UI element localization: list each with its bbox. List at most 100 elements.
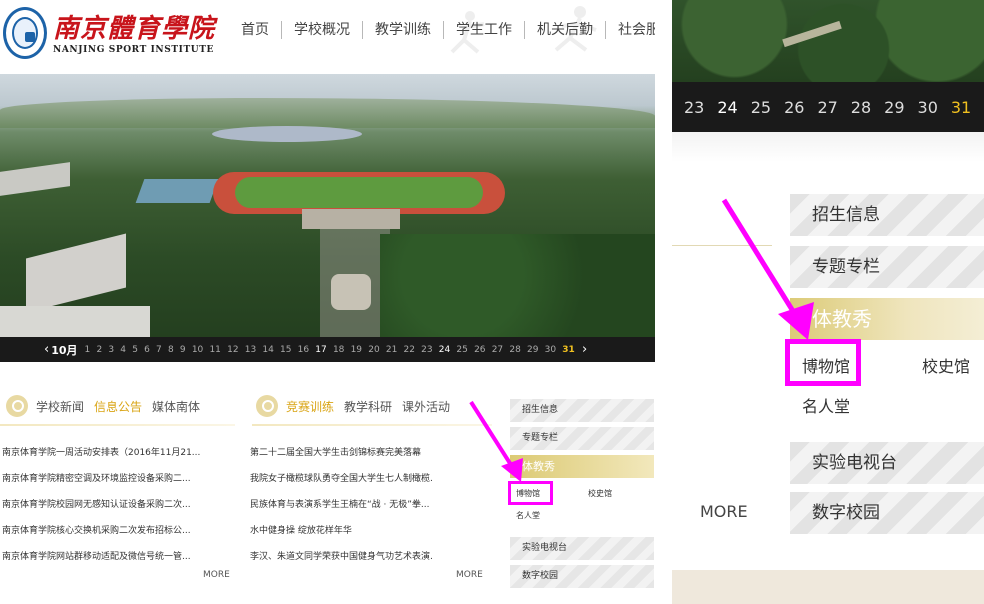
calendar-day[interactable]: 14 bbox=[262, 345, 273, 355]
calendar-day[interactable]: 31 bbox=[951, 98, 971, 117]
tab-announcements[interactable]: 信息公告 bbox=[94, 398, 142, 415]
calendar-day[interactable]: 25 bbox=[751, 98, 771, 117]
calendar-day[interactable]: 17 bbox=[315, 345, 326, 355]
list-item[interactable]: 南京体育学院校园网无感知认证设备采购二次... bbox=[2, 492, 230, 518]
news-tabs-right: 竞赛训练 教学科研 课外活动 bbox=[256, 393, 460, 419]
annotation-arrow-icon bbox=[469, 400, 523, 482]
calendar-month: 10月 bbox=[51, 343, 78, 357]
list-item[interactable]: 水中健身操 绽放花样年华 bbox=[250, 518, 432, 544]
news-section-icon bbox=[6, 395, 28, 417]
list-item[interactable]: 我院女子橄榄球队勇夺全国大学生七人制橄榄... bbox=[250, 466, 432, 492]
tab-divider bbox=[0, 424, 235, 426]
calendar-day[interactable]: 4 bbox=[120, 345, 126, 355]
calendar-day[interactable]: 3 bbox=[108, 345, 114, 355]
calendar-day[interactable]: 1 bbox=[85, 345, 91, 355]
calendar-day[interactable]: 30 bbox=[918, 98, 938, 117]
list-item[interactable]: 南京体育学院一周活动安排表（2016年11月21... bbox=[2, 440, 230, 466]
school-emblem-icon[interactable] bbox=[3, 7, 47, 59]
list-item[interactable]: 南京体育学院核心交换机采购二次发布招标公... bbox=[2, 518, 230, 544]
tab-media[interactable]: 媒体南体 bbox=[152, 398, 200, 415]
calendar-day[interactable]: 30 bbox=[545, 345, 556, 355]
annotation-arrow-icon bbox=[721, 198, 814, 340]
list-item[interactable]: 南京体育学院网站群移动适配及微信号统一管... bbox=[2, 544, 230, 570]
list-item[interactable]: 民族体育与表演系学生王楠在“战 · 无极”拳... bbox=[250, 492, 432, 518]
nav-students[interactable]: 学生工作 bbox=[444, 18, 524, 42]
footer-strip bbox=[672, 570, 984, 604]
calendar-day[interactable]: 5 bbox=[132, 345, 138, 355]
campus-photo-crop bbox=[672, 0, 984, 82]
list-item[interactable]: 第二十二届全国大学生击剑锦标赛完美落幕 bbox=[250, 440, 432, 466]
more-link-right[interactable]: MORE bbox=[456, 570, 483, 580]
tab-divider bbox=[252, 424, 492, 426]
sidebar-item-tv[interactable]: 实验电视台 bbox=[790, 442, 984, 484]
list-item[interactable]: 李汉、朱道文同学荣获中国健身气功艺术表演... bbox=[250, 544, 432, 570]
calendar-day[interactable]: 28 bbox=[509, 345, 520, 355]
calendar-day[interactable]: 24 bbox=[439, 345, 450, 355]
main-nav: 首页 学校概况 教学训练 学生工作 机关后勤 社会服务 bbox=[229, 18, 655, 42]
calendar-day[interactable]: 27 bbox=[817, 98, 837, 117]
calendar-day[interactable]: 9 bbox=[180, 345, 186, 355]
campus-aerial-photo[interactable] bbox=[0, 74, 655, 337]
calendar-day[interactable]: 11 bbox=[209, 345, 220, 355]
calendar-day[interactable]: 20 bbox=[368, 345, 379, 355]
calendar-day[interactable]: 27 bbox=[492, 345, 503, 355]
nav-services[interactable]: 社会服务 bbox=[606, 18, 655, 42]
composite-screenshot: 南京體育學院 NANJING SPORT INSTITUTE 首页 学校概况 教… bbox=[0, 0, 984, 604]
calendar-day[interactable]: 8 bbox=[168, 345, 174, 355]
calendar-day[interactable]: 22 bbox=[404, 345, 415, 355]
calendar-day[interactable]: 13 bbox=[245, 345, 256, 355]
tab-activities[interactable]: 课外活动 bbox=[402, 398, 450, 415]
calendar-day[interactable]: 23 bbox=[684, 98, 704, 117]
tab-research[interactable]: 教学科研 bbox=[344, 398, 392, 415]
calendar-day[interactable]: 2 bbox=[96, 345, 102, 355]
calendar-day[interactable]: 15 bbox=[280, 345, 291, 355]
news-tabs-left: 学校新闻 信息公告 媒体南体 bbox=[6, 393, 210, 419]
hall-of-fame-link[interactable]: 名人堂 bbox=[802, 393, 850, 417]
site-header: 南京體育學院 NANJING SPORT INSTITUTE 首页 学校概况 教… bbox=[0, 0, 655, 72]
news-section-icon bbox=[256, 395, 278, 417]
tab-school-news[interactable]: 学校新闻 bbox=[36, 398, 84, 415]
nav-admin[interactable]: 机关后勤 bbox=[525, 18, 605, 42]
calendar-day[interactable]: 25 bbox=[456, 345, 467, 355]
sidebar-item-tv[interactable]: 实验电视台 bbox=[510, 537, 654, 560]
school-name-cn[interactable]: 南京體育學院 bbox=[53, 8, 215, 45]
sidebar-item-digital-campus[interactable]: 数字校园 bbox=[510, 565, 654, 588]
zoom-panel: 232425262728293031 › 招生信息 专题专栏 体教秀 博物馆 校… bbox=[672, 0, 984, 604]
calendar-day[interactable]: 23 bbox=[421, 345, 432, 355]
calendar-day[interactable]: 6 bbox=[144, 345, 150, 355]
calendar-bar: ‹ 10月 1 2 3 4 5 6 7 8 9 10 11 12 13 14 15 16 17 18 19 20 21 2… bbox=[0, 337, 655, 362]
calendar-day[interactable]: 7 bbox=[156, 345, 162, 355]
calendar-day[interactable]: 18 bbox=[333, 345, 344, 355]
calendar-day[interactable]: 28 bbox=[851, 98, 871, 117]
nav-about[interactable]: 学校概况 bbox=[282, 18, 362, 42]
calendar-day[interactable]: 10 bbox=[192, 345, 203, 355]
calendar-day[interactable]: 12 bbox=[227, 345, 238, 355]
calendar-day[interactable]: 19 bbox=[351, 345, 362, 355]
nav-home[interactable]: 首页 bbox=[229, 18, 281, 42]
sidebar-item-digital-campus[interactable]: 数字校园 bbox=[790, 492, 984, 534]
more-link[interactable]: MORE bbox=[700, 502, 748, 521]
nav-teaching[interactable]: 教学训练 bbox=[363, 18, 443, 42]
calendar-day[interactable]: 26 bbox=[474, 345, 485, 355]
calendar-day[interactable]: 21 bbox=[386, 345, 397, 355]
calendar-day[interactable]: 26 bbox=[784, 98, 804, 117]
school-name-en: NANJING SPORT INSTITUTE bbox=[53, 45, 214, 55]
calendar-day[interactable]: 31 bbox=[562, 345, 575, 355]
news-list-right: 第二十二届全国大学生击剑锦标赛完美落幕 我院女子橄榄球队勇夺全国大学生七人制橄榄… bbox=[250, 440, 432, 570]
homepage: 南京體育學院 NANJING SPORT INSTITUTE 首页 学校概况 教… bbox=[0, 0, 655, 604]
calendar-day[interactable]: 29 bbox=[527, 345, 538, 355]
news-list-left: 南京体育学院一周活动安排表（2016年11月21... 南京体育学院精密空调及环… bbox=[2, 440, 230, 570]
prev-month-icon[interactable]: ‹ bbox=[44, 342, 49, 357]
list-item[interactable]: 南京体育学院精密空调及环境监控设备采购二... bbox=[2, 466, 230, 492]
more-link-left[interactable]: MORE bbox=[203, 570, 230, 580]
next-month-icon[interactable]: › bbox=[582, 342, 587, 357]
history-hall-link[interactable]: 校史馆 bbox=[922, 353, 970, 377]
calendar-day[interactable]: 29 bbox=[884, 98, 904, 117]
hall-of-fame-link[interactable]: 名人堂 bbox=[516, 510, 540, 521]
history-hall-link[interactable]: 校史馆 bbox=[588, 488, 612, 499]
calendar-bar-zoomed: 232425262728293031 › bbox=[672, 82, 984, 132]
tab-competition[interactable]: 竞赛训练 bbox=[286, 398, 334, 415]
highlight-box bbox=[785, 339, 861, 386]
calendar-day[interactable]: 16 bbox=[298, 345, 309, 355]
calendar-day[interactable]: 24 bbox=[717, 98, 737, 117]
